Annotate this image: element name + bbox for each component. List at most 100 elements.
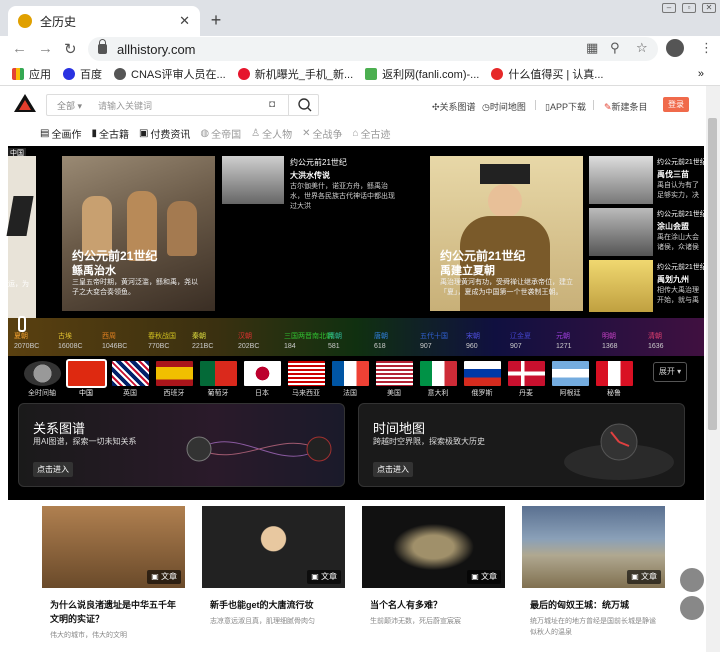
bookmark-item[interactable]: 百度 <box>63 66 102 82</box>
zoom-icon[interactable]: ⚲ <box>610 40 620 56</box>
search-box[interactable]: 全部 ▾ 请输入关键词 ◘ <box>46 94 319 116</box>
article-card[interactable]: ▣ 文章 最后的匈奴王城：统万城 统万城址在的地方曾经是国前长城是静谧似秋人的温… <box>522 506 665 652</box>
article-card[interactable]: ▣ 文章 当个名人有多难？ 生前颠沛无数，死后蔚宣宸宸 <box>362 506 505 652</box>
time-map-link[interactable]: ◷时间地图 <box>482 100 526 113</box>
side-story-title: 涂山会盟 <box>657 222 689 231</box>
more-bookmarks-button[interactable]: » <box>698 68 704 80</box>
divider <box>593 100 594 110</box>
bookmark-item[interactable]: 返利网(fanli.com)-... <box>365 66 479 82</box>
search-input[interactable]: 请输入关键词 <box>88 99 152 112</box>
country-flag[interactable] <box>288 361 325 386</box>
timeline-era[interactable]: 清朝 1636 <box>648 332 664 352</box>
timeline-era[interactable]: 唐朝 618 <box>374 332 388 352</box>
new-entry-link[interactable]: ✎新建条目 <box>604 100 648 113</box>
country-name: 美国 <box>387 390 401 397</box>
bookmark-star-icon[interactable]: ☆ <box>636 40 648 56</box>
category-sites[interactable]: ⌂ 全古迹 <box>353 126 391 141</box>
category-paid[interactable]: ▣ 付费资讯 <box>139 126 190 141</box>
country-flag[interactable] <box>112 361 149 386</box>
country-flag[interactable] <box>156 361 193 386</box>
side-story-image[interactable] <box>589 156 653 204</box>
wechat-share-icon[interactable] <box>680 596 704 620</box>
timeline-era[interactable]: 五代十国 907 <box>420 332 448 352</box>
timeline-era[interactable]: 春秋战国 770BC <box>148 332 176 352</box>
article-card[interactable]: ▣ 文章 新手也能get的大唐流行妆 志凉意远淑且真，肌理细腻骨肉匀 <box>202 506 345 652</box>
bookmark-item[interactable]: 应用 <box>12 66 51 82</box>
search-button[interactable] <box>288 94 319 116</box>
category-books[interactable]: ▮ 全古籍 <box>91 126 129 141</box>
search-scope-select[interactable]: 全部 ▾ <box>47 99 88 112</box>
country-name: 意大利 <box>427 390 449 397</box>
search-icon <box>298 98 312 112</box>
forward-icon[interactable]: → <box>38 40 53 57</box>
relation-graph-panel[interactable]: 关系图谱 用AI图谱，探索一切未知关系 点击进入 <box>18 403 345 487</box>
timeline-era[interactable]: 明朝 1368 <box>602 332 618 352</box>
expand-countries-button[interactable]: 展开 ▾ <box>653 362 687 382</box>
story-desc: 三皇五帝时期，黄河泛滥，鲧和禹，尧以子之大变合奏领鱼。 <box>72 279 198 296</box>
side-story-desc: 禹在涂山大会诸侯，众诸侯前来大会 <box>657 234 699 251</box>
country-flag[interactable] <box>420 361 457 386</box>
new-tab-button[interactable]: + <box>208 10 224 31</box>
category-paintings[interactable]: ▤ 全画作 <box>40 126 81 141</box>
era-year: 907 <box>510 343 522 350</box>
country-flag[interactable] <box>464 361 501 386</box>
weibo-share-icon[interactable] <box>680 568 704 592</box>
qr-code-icon[interactable]: ▦ <box>586 40 598 56</box>
bookmark-item[interactable]: 什么值得买 | 认真... <box>491 66 603 82</box>
country-flag[interactable] <box>596 361 633 386</box>
timeline-era[interactable]: 汉朝 202BC <box>238 332 259 352</box>
country-flag[interactable] <box>552 361 589 386</box>
country-name: 俄罗斯 <box>471 390 493 397</box>
category-people[interactable]: ♙ 全人物 <box>251 126 292 141</box>
country-name: 西班牙 <box>163 390 185 397</box>
back-icon[interactable]: ← <box>12 40 27 57</box>
restore-icon[interactable]: ▫ <box>682 3 696 13</box>
timeline-era[interactable]: 三国两晋南北朝 184 <box>284 332 333 352</box>
paid-icon: ▣ <box>138 128 149 139</box>
bookmark-item[interactable]: 新机曝光_手机_新... <box>237 66 353 82</box>
login-button[interactable]: 登录 <box>663 97 689 112</box>
address-bar[interactable]: allhistory.com <box>88 37 658 61</box>
menu-dots-icon[interactable]: ⋮ <box>700 40 713 56</box>
allhistory-logo[interactable] <box>14 94 36 112</box>
timeline-era[interactable]: 夏朝 2070BC <box>14 332 39 352</box>
article-title: 为什么说良渚遗址是中华五千年文明的实证？ <box>50 600 177 624</box>
country-flag[interactable] <box>66 359 107 388</box>
scrollbar-thumb[interactable] <box>708 118 717 430</box>
category-empires[interactable]: ◍ 全帝国 <box>200 126 241 141</box>
side-story-image[interactable] <box>589 260 653 312</box>
article-card[interactable]: ▣ 文章 为什么说良渚遗址是中华五千年文明的实证？ 伟大的城市，伟大的文明 <box>42 506 185 652</box>
side-story-image[interactable] <box>589 208 653 256</box>
flood-story-image[interactable] <box>222 156 284 204</box>
relation-graph-link[interactable]: ✣关系图谱 <box>432 100 476 113</box>
close-window-icon[interactable]: ✕ <box>702 3 716 13</box>
minimize-icon[interactable]: – <box>662 3 676 13</box>
enter-button[interactable]: 点击进入 <box>33 462 73 477</box>
timeline-era[interactable]: 元朝 1271 <box>556 332 572 352</box>
profile-avatar[interactable] <box>666 39 684 57</box>
enter-button[interactable]: 点击进入 <box>373 462 413 477</box>
timeline-era[interactable]: 秦朝 221BC <box>192 332 213 352</box>
timeline-era[interactable]: 宋朝 960 <box>466 332 480 352</box>
reload-icon[interactable]: ↻ <box>64 40 77 58</box>
tab-close-icon[interactable]: ✕ <box>179 13 190 29</box>
timeline-era[interactable]: 西周 1046BC <box>102 332 127 352</box>
timeline-era[interactable]: 辽金夏 907 <box>510 332 531 352</box>
bookmark-item[interactable]: CNAS评审人员在... <box>114 66 226 82</box>
country-flag[interactable] <box>332 361 369 386</box>
country-flag[interactable] <box>376 361 413 386</box>
category-wars[interactable]: ✕ 全战争 <box>302 126 342 141</box>
timeline-era[interactable]: 古埃 16008C <box>58 332 83 352</box>
country-flag[interactable] <box>508 361 545 386</box>
time-map-panel[interactable]: 时间地图 跨越时空界限，探索极致大历史 点击进入 <box>358 403 685 487</box>
country-flag[interactable] <box>24 361 61 386</box>
camera-icon[interactable]: ◘ <box>269 99 275 110</box>
country-flag[interactable] <box>244 361 281 386</box>
browser-tab[interactable]: 全历史 ✕ <box>8 6 200 36</box>
country-flag[interactable] <box>200 361 237 386</box>
timeline-slider-handle[interactable] <box>18 316 26 332</box>
era-name: 秦朝 <box>192 333 206 340</box>
left-edge-card-image[interactable] <box>6 156 36 318</box>
timeline-era[interactable]: 隋朝 581 <box>328 332 342 352</box>
app-download-link[interactable]: ▯APP下载 <box>545 100 586 113</box>
